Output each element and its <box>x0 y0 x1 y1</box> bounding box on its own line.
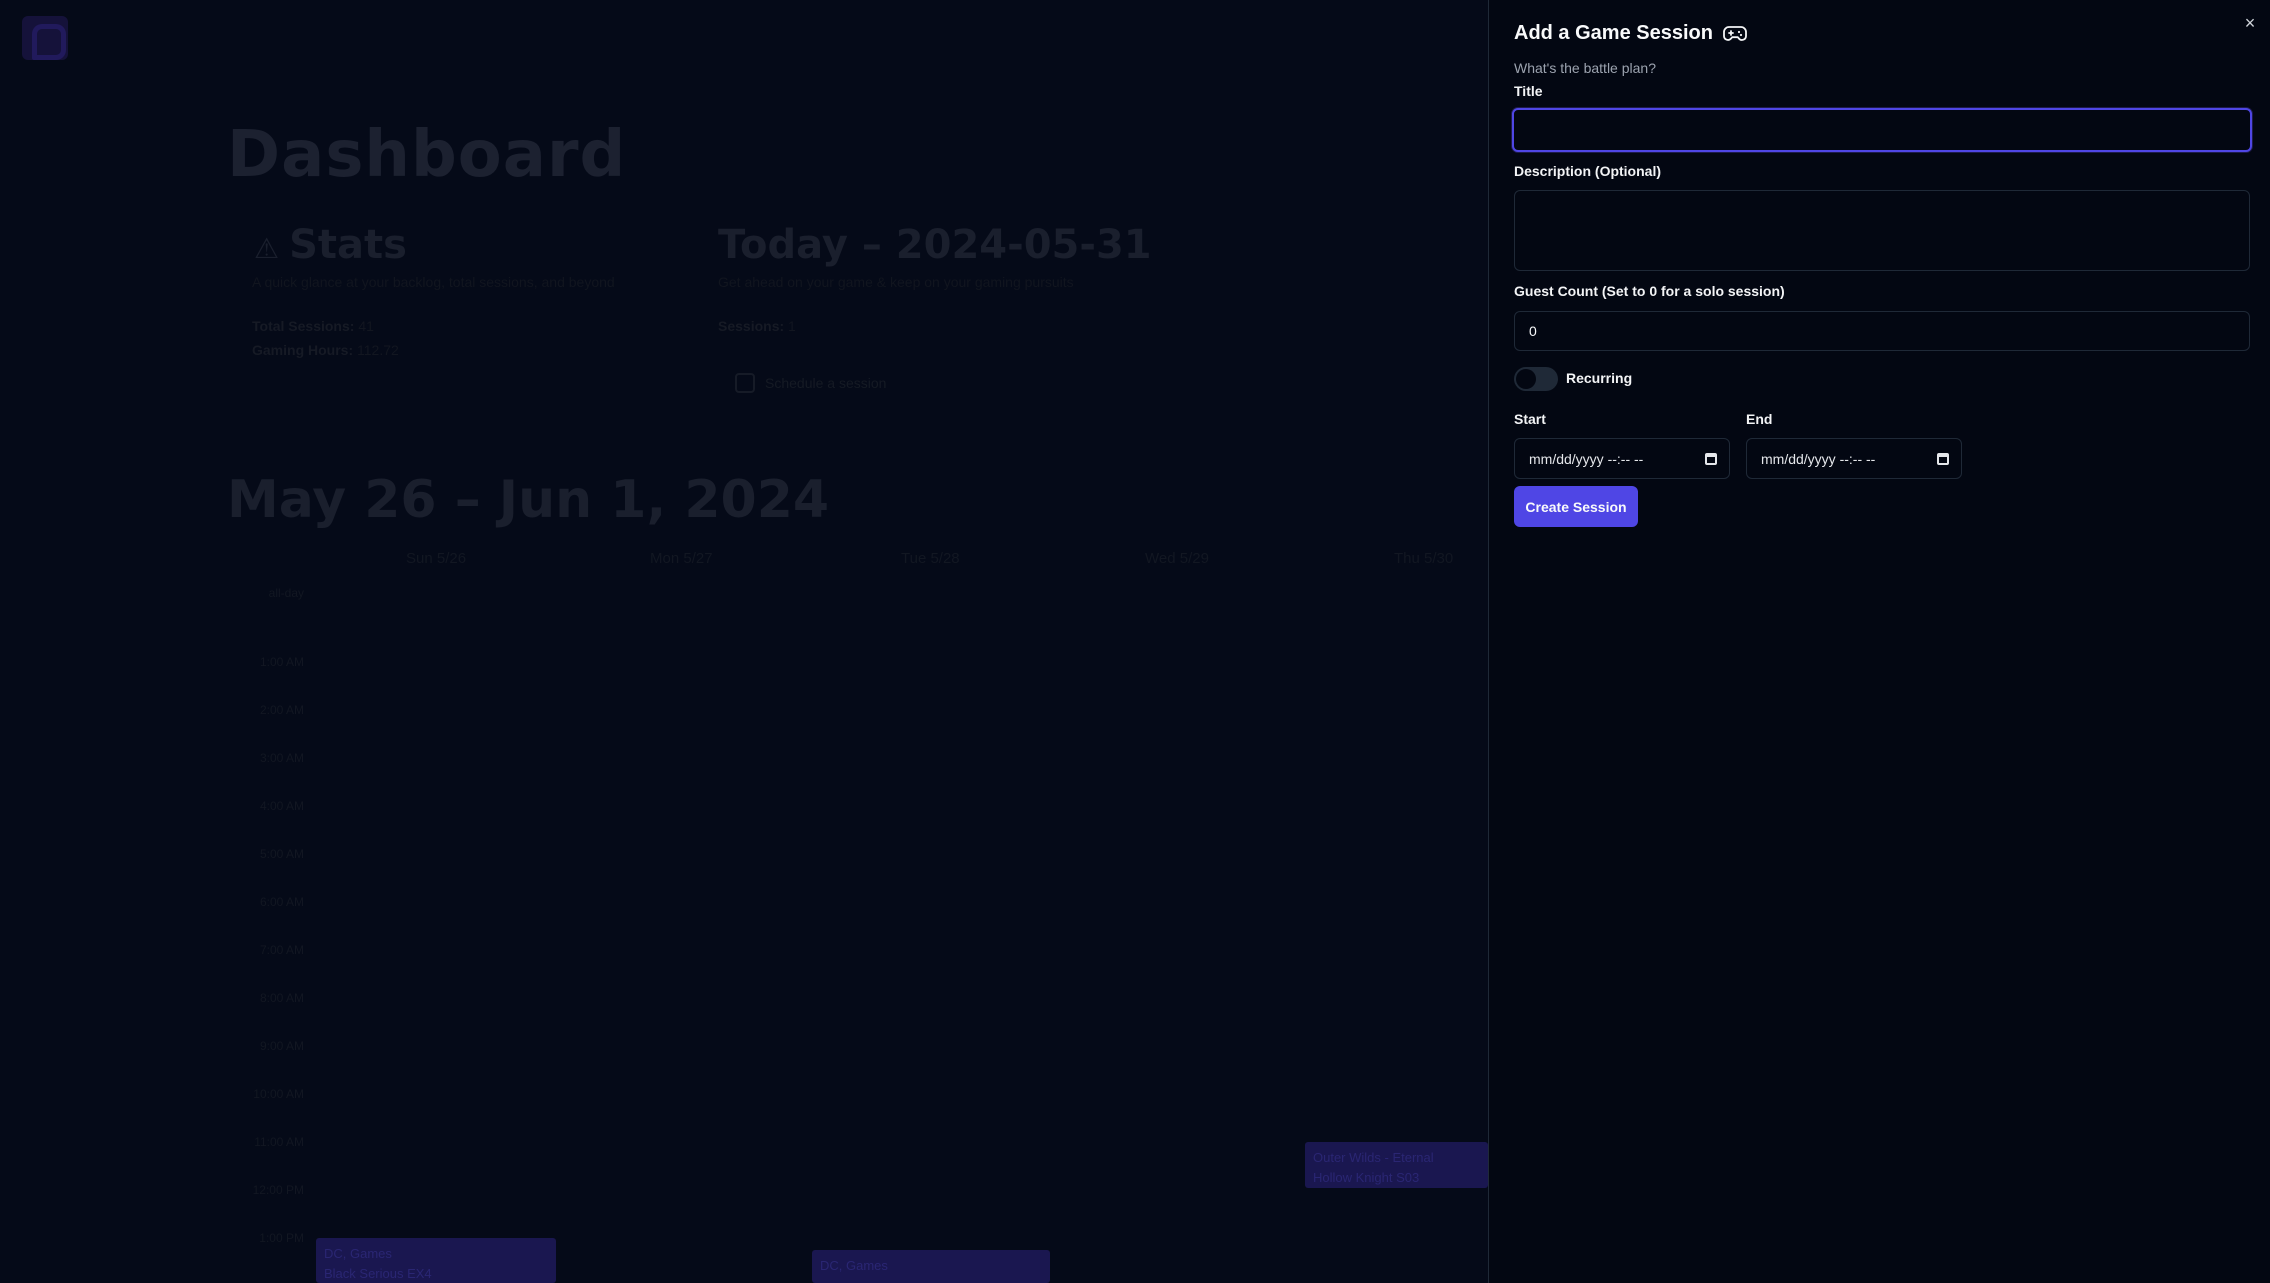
end-datetime-placeholder: mm/dd/yyyy --:-- -- <box>1761 450 1876 467</box>
today-sessions-value: 1 <box>788 318 796 334</box>
day-header[interactable]: Wed 5/29 <box>1145 550 1209 567</box>
day-header[interactable]: Sun 5/26 <box>406 550 466 567</box>
day-header[interactable]: Tue 5/28 <box>901 550 960 567</box>
day-header[interactable]: Mon 5/27 <box>650 550 713 567</box>
app-logo <box>22 16 68 60</box>
guest-count-label: Guest Count (Set to 0 for a solo session… <box>1514 283 1785 299</box>
event-title: Outer Wilds - Eternal <box>1313 1150 1434 1165</box>
panel-title: Add a Game Session <box>1514 22 1713 44</box>
day-header[interactable]: Thu 5/30 <box>1394 550 1453 567</box>
gaming-hours-value: 112.72 <box>357 342 399 358</box>
calendar-event[interactable]: DC, Games Black Serious EX4 <box>316 1238 556 1283</box>
hour-label: 10:00 AM <box>253 1087 304 1101</box>
hour-label: 11:00 AM <box>254 1135 304 1149</box>
gamepad-icon <box>1723 25 1747 41</box>
event-title: DC, Games <box>324 1246 392 1261</box>
hour-label: 1:00 PM <box>259 1231 304 1245</box>
gaming-hours-label: Gaming Hours: <box>252 342 354 358</box>
panel-header: Add a Game Session <box>1514 22 1747 45</box>
total-sessions-label: Total Sessions: <box>252 318 355 334</box>
calendar-icon <box>735 373 755 393</box>
recurring-toggle[interactable] <box>1514 367 1558 391</box>
hour-label: 6:00 AM <box>259 895 304 909</box>
today-sessions-label: Sessions: <box>718 318 785 334</box>
hour-label: 1:00 AM <box>259 655 304 669</box>
hour-label: 9:00 AM <box>259 1039 304 1053</box>
recurring-label: Recurring <box>1566 370 1633 386</box>
description-label: Description (Optional) <box>1514 163 1661 179</box>
page-title: Dashboard <box>227 118 627 192</box>
guest-count-input[interactable] <box>1514 311 2250 351</box>
hour-label: 5:00 AM <box>259 847 304 861</box>
description-textarea[interactable] <box>1514 190 2250 271</box>
title-input[interactable] <box>1512 108 2252 152</box>
event-title: DC, Games <box>820 1258 888 1273</box>
hour-label: 8:00 AM <box>259 991 304 1005</box>
app-root: Dashboard ⚠ Stats A quick glance at your … <box>0 0 2270 1283</box>
total-sessions-value: 41 <box>358 318 374 334</box>
gaming-hours: Gaming Hours: 112.72 <box>252 342 399 358</box>
hour-label: 2:00 AM <box>259 703 304 717</box>
end-datetime-input[interactable]: mm/dd/yyyy --:-- -- <box>1746 438 1962 479</box>
calendar-event[interactable]: Outer Wilds - Eternal Hollow Knight S03 <box>1305 1142 1488 1188</box>
panel-subtitle: What's the battle plan? <box>1514 60 1656 76</box>
warning-icon: ⚠ <box>254 232 280 265</box>
stats-subtitle: A quick glance at your backlog, total se… <box>252 274 615 290</box>
start-label: Start <box>1514 411 1546 427</box>
title-label: Title <box>1514 83 1543 99</box>
hour-label: 3:00 AM <box>259 751 304 765</box>
calendar-range-title: May 26 – Jun 1, 2024 <box>227 470 830 530</box>
stats-title-text: Stats <box>289 222 407 268</box>
event-subtitle: Black Serious EX4 <box>324 1266 432 1281</box>
hour-label: 12:00 PM <box>252 1183 304 1197</box>
start-datetime-input[interactable]: mm/dd/yyyy --:-- -- <box>1514 438 1730 479</box>
calendar-event[interactable]: DC, Games <box>812 1250 1050 1283</box>
schedule-session-label: Schedule a session <box>765 375 887 391</box>
all-day-label: all-day <box>268 586 304 600</box>
today-subtitle: Get ahead on your game & keep on your ga… <box>718 274 1074 290</box>
today-sessions: Sessions: 1 <box>718 318 796 334</box>
today-title: Today – 2024-05-31 <box>718 222 1152 268</box>
close-icon[interactable]: × <box>2240 13 2260 33</box>
stats-title: ⚠ Stats <box>254 222 407 268</box>
start-datetime-placeholder: mm/dd/yyyy --:-- -- <box>1529 450 1644 467</box>
event-subtitle: Hollow Knight S03 <box>1313 1170 1420 1185</box>
calendar-icon[interactable] <box>1937 452 1949 465</box>
end-label: End <box>1746 411 1773 427</box>
calendar-icon[interactable] <box>1705 452 1717 465</box>
hour-label: 7:00 AM <box>259 943 304 957</box>
hour-label: 4:00 AM <box>259 799 304 813</box>
create-session-button[interactable]: Create Session <box>1514 486 1638 527</box>
schedule-session-button[interactable]: Schedule a session <box>735 370 886 396</box>
total-sessions: Total Sessions: 41 <box>252 318 374 334</box>
